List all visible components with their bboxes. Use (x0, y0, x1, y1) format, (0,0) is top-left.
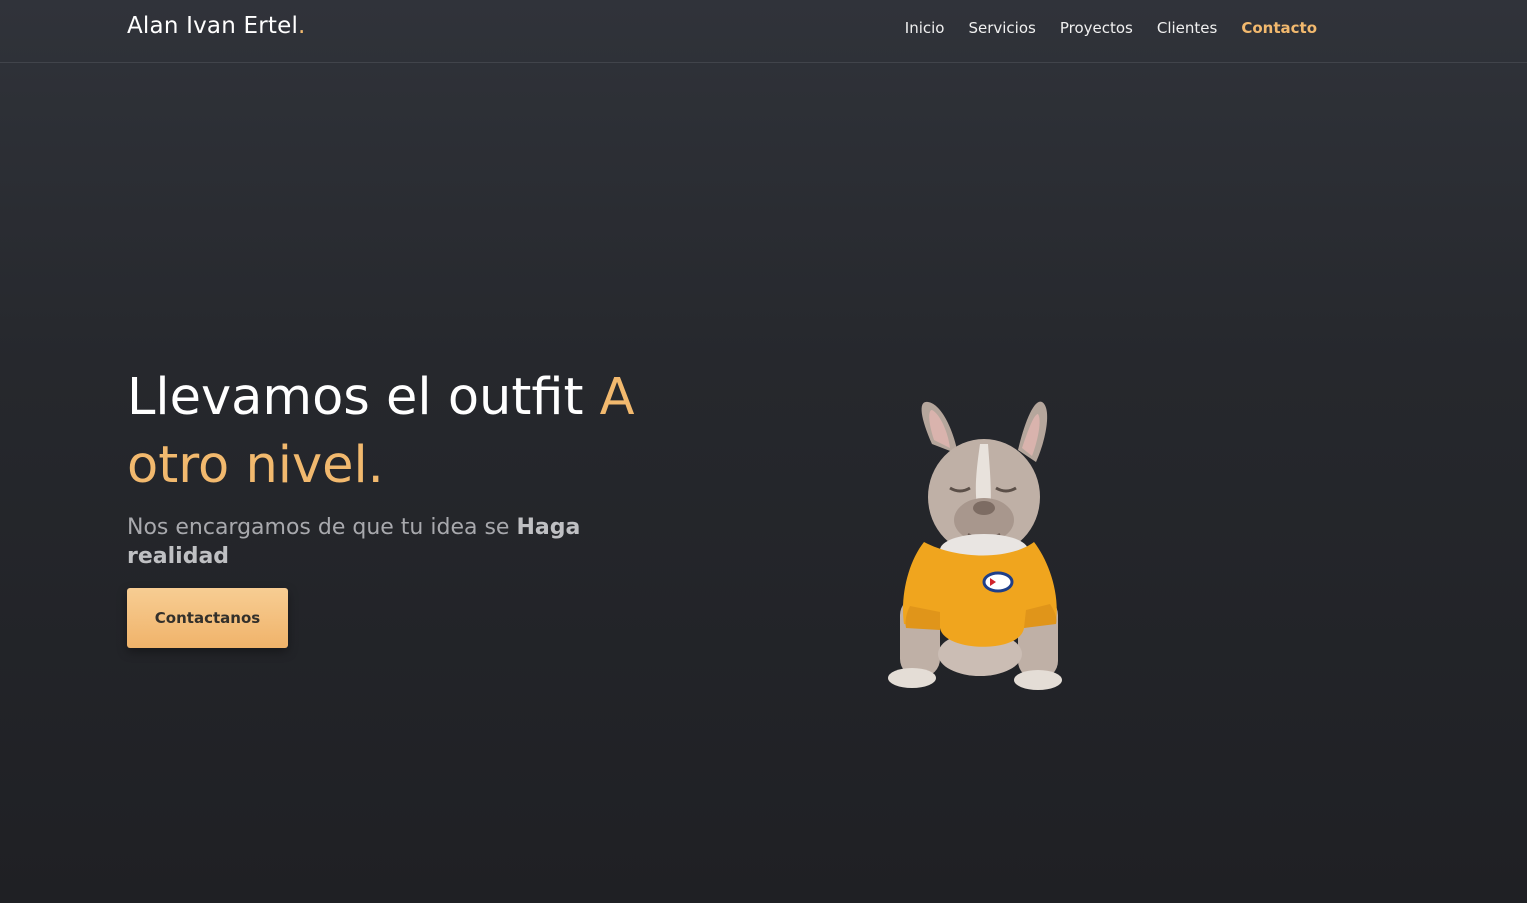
hero-subtitle-text: Nos encargamos de que tu idea se (127, 515, 517, 540)
nav-link-servicios[interactable]: Servicios (968, 19, 1035, 37)
brand-name: Alan Ivan Ertel (127, 13, 299, 39)
navbar: Alan Ivan Ertel. Inicio Servicios Proyec… (0, 0, 1527, 63)
nav-link-contacto[interactable]: Contacto (1241, 19, 1317, 37)
hero-subtitle: Nos encargamos de que tu idea se Haga re… (127, 513, 607, 571)
hero-title: Llevamos el outfit A otro nivel. (127, 364, 687, 500)
nav-link-proyectos[interactable]: Proyectos (1060, 19, 1133, 37)
bulldog-image (888, 401, 1062, 690)
nav-link-clientes[interactable]: Clientes (1157, 19, 1217, 37)
contact-button[interactable]: Contactanos (127, 588, 288, 648)
nav-menu: Inicio Servicios Proyectos Clientes Cont… (881, 19, 1317, 37)
nav-link-inicio[interactable]: Inicio (905, 19, 945, 37)
hero-title-main: Llevamos el outfit (127, 368, 600, 427)
brand-dot: . (298, 13, 306, 39)
page: Alan Ivan Ertel. Inicio Servicios Proyec… (0, 0, 1527, 903)
brand-logo[interactable]: Alan Ivan Ertel. (127, 13, 306, 39)
